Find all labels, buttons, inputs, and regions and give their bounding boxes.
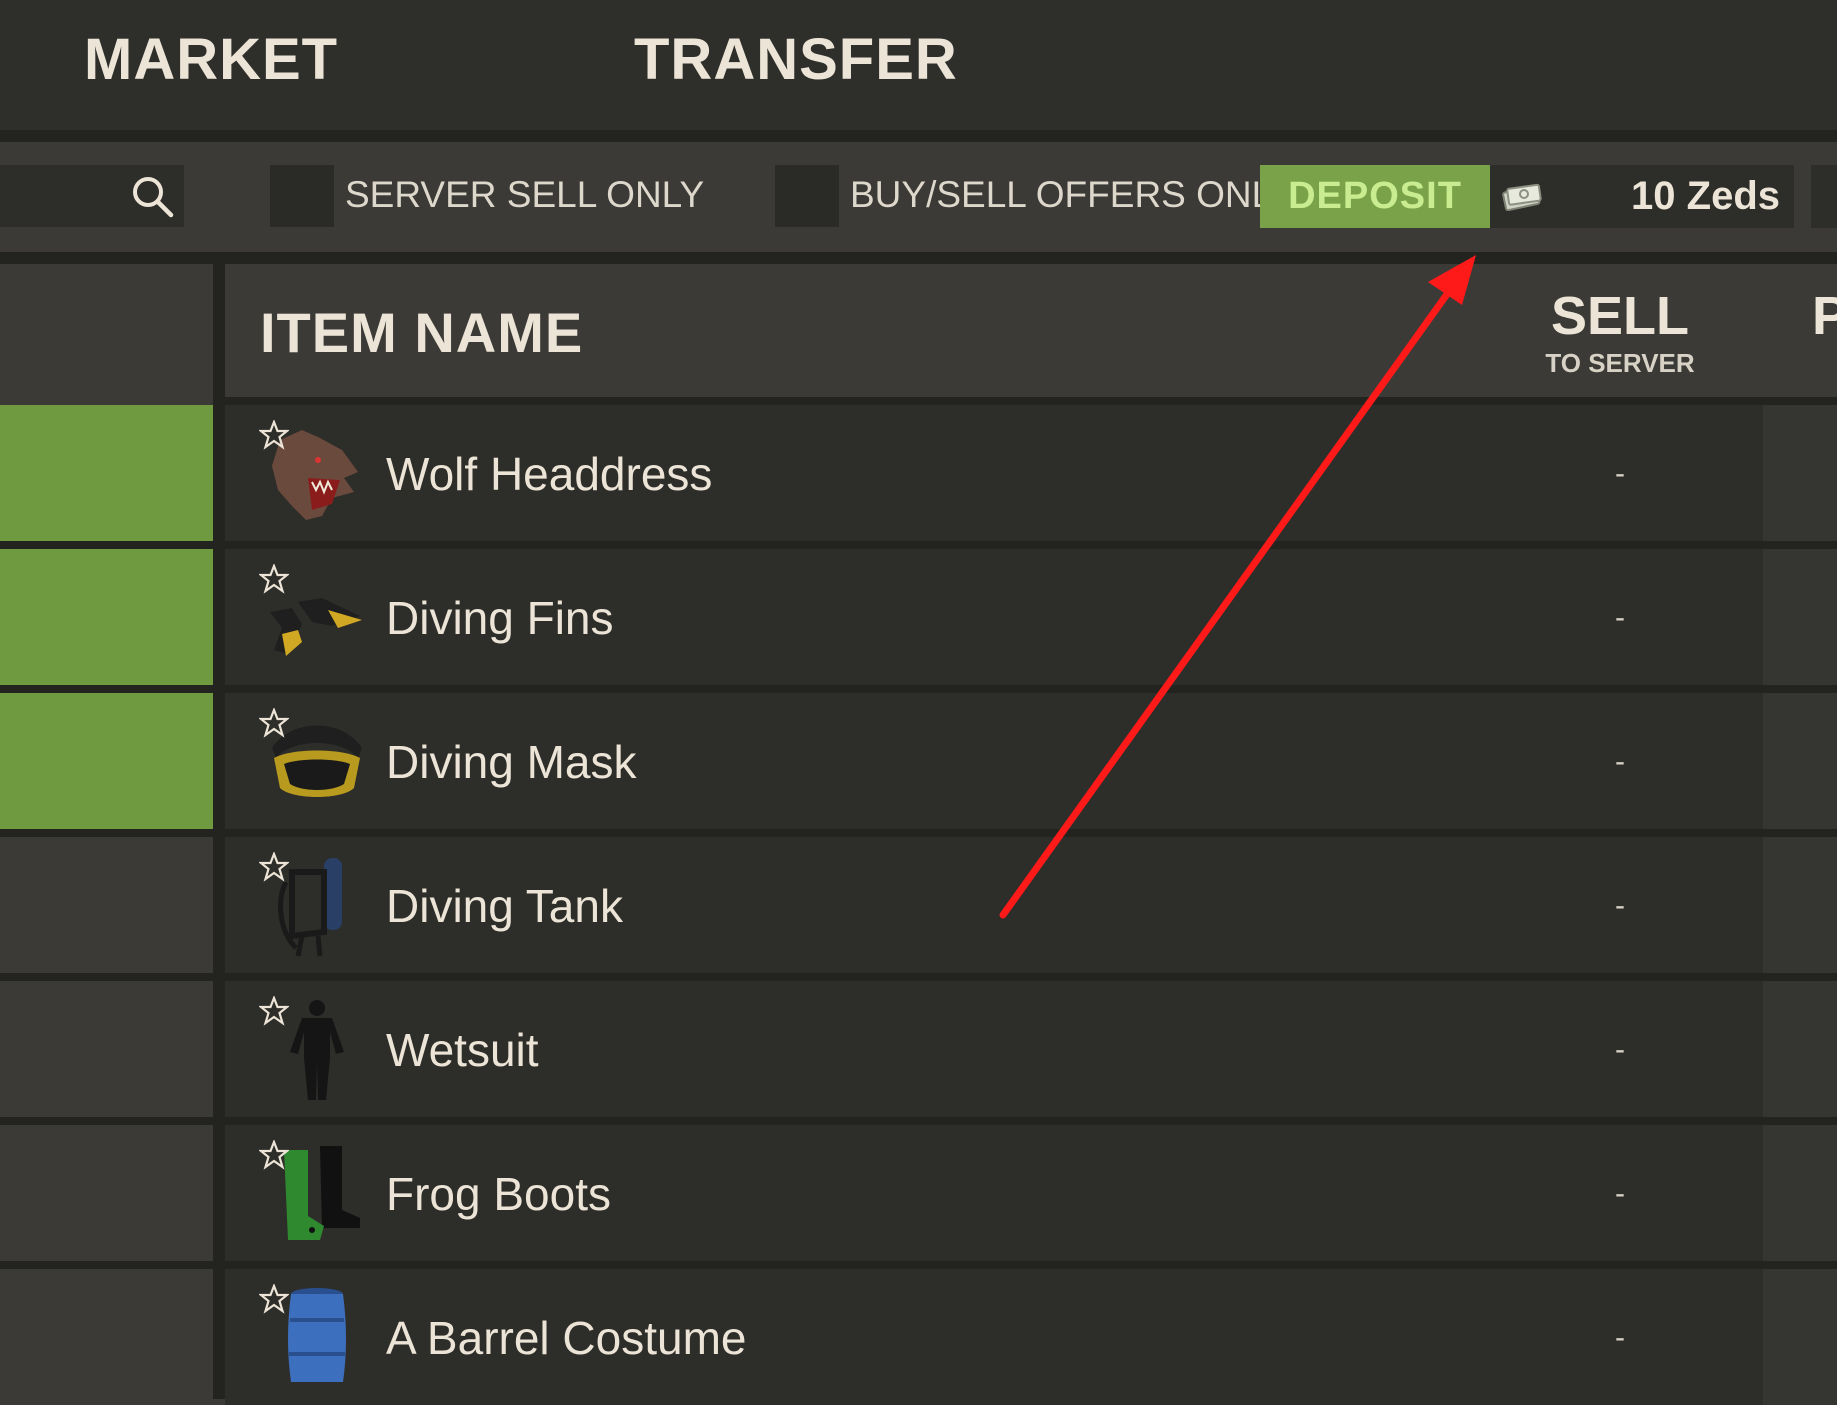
row-next-cell bbox=[1763, 405, 1837, 541]
row-divider bbox=[0, 973, 213, 981]
category-cell[interactable] bbox=[0, 549, 213, 685]
sell-price: - bbox=[1615, 457, 1625, 490]
row-next-cell bbox=[1763, 837, 1837, 973]
favorite-star-icon[interactable] bbox=[259, 1140, 289, 1170]
category-cell[interactable] bbox=[0, 837, 213, 973]
balance-box-edge bbox=[1811, 165, 1837, 228]
column-header-sell[interactable]: SELL bbox=[1535, 285, 1705, 347]
row-divider bbox=[225, 541, 1837, 549]
category-cell[interactable] bbox=[0, 1125, 213, 1261]
row-next-cell bbox=[1763, 1269, 1837, 1405]
sell-price: - bbox=[1615, 889, 1625, 922]
buy-sell-offers-only-label: BUY/SELL OFFERS ONLY bbox=[850, 174, 1295, 215]
category-cell[interactable] bbox=[0, 981, 213, 1117]
row-divider bbox=[225, 973, 1837, 981]
balance-value: 10 Zeds bbox=[1631, 174, 1780, 218]
sell-price: - bbox=[1615, 1177, 1625, 1210]
column-header-sell-subtitle: TO SERVER bbox=[1545, 348, 1695, 378]
server-sell-only-label: SERVER SELL ONLY bbox=[345, 174, 705, 215]
money-icon bbox=[1502, 183, 1542, 211]
row-divider bbox=[0, 829, 213, 837]
row-divider bbox=[0, 541, 213, 549]
column-divider bbox=[213, 264, 225, 1399]
category-cell[interactable] bbox=[0, 693, 213, 829]
item-name: Wetsuit bbox=[386, 1024, 539, 1076]
row-next-cell bbox=[1763, 693, 1837, 829]
sell-price: - bbox=[1615, 1321, 1625, 1354]
category-cell[interactable] bbox=[0, 1269, 213, 1405]
item-name: Diving Tank bbox=[386, 880, 623, 932]
favorite-star-icon[interactable] bbox=[259, 996, 289, 1026]
column-header-item-name[interactable]: ITEM NAME bbox=[260, 300, 583, 365]
favorite-star-icon[interactable] bbox=[259, 420, 289, 450]
favorite-star-icon[interactable] bbox=[259, 708, 289, 738]
category-cell[interactable] bbox=[0, 405, 213, 541]
favorite-star-icon[interactable] bbox=[259, 564, 289, 594]
row-next-cell bbox=[1763, 549, 1837, 685]
row-divider bbox=[225, 1117, 1837, 1125]
row-next-cell bbox=[1763, 981, 1837, 1117]
buy-sell-offers-only-checkbox[interactable] bbox=[775, 165, 839, 227]
row-divider bbox=[0, 1117, 213, 1125]
row-divider bbox=[225, 1261, 1837, 1269]
sell-price: - bbox=[1615, 1033, 1625, 1066]
server-sell-only-checkbox[interactable] bbox=[270, 165, 334, 227]
column-header-partial[interactable]: P bbox=[1812, 285, 1837, 347]
deposit-button[interactable]: DEPOSIT bbox=[1260, 165, 1490, 228]
search-icon[interactable] bbox=[130, 174, 174, 218]
tab-transfer[interactable]: TRANSFER bbox=[634, 26, 958, 93]
row-divider bbox=[0, 1261, 213, 1269]
divider bbox=[0, 252, 1837, 264]
item-name: A Barrel Costume bbox=[386, 1312, 747, 1364]
row-next-cell bbox=[1763, 1125, 1837, 1261]
item-name: Wolf Headdress bbox=[386, 448, 713, 500]
item-name: Diving Mask bbox=[386, 736, 637, 788]
favorite-star-icon[interactable] bbox=[259, 1284, 289, 1314]
item-name: Diving Fins bbox=[386, 592, 614, 644]
sell-price: - bbox=[1615, 601, 1625, 634]
item-name: Frog Boots bbox=[386, 1168, 611, 1220]
sell-price: - bbox=[1615, 745, 1625, 778]
favorite-star-icon[interactable] bbox=[259, 852, 289, 882]
tab-market[interactable]: MARKET bbox=[84, 26, 338, 93]
row-divider bbox=[0, 685, 213, 693]
row-divider bbox=[225, 397, 1837, 405]
row-divider bbox=[225, 829, 1837, 837]
row-divider bbox=[225, 685, 1837, 693]
divider bbox=[0, 130, 1837, 142]
